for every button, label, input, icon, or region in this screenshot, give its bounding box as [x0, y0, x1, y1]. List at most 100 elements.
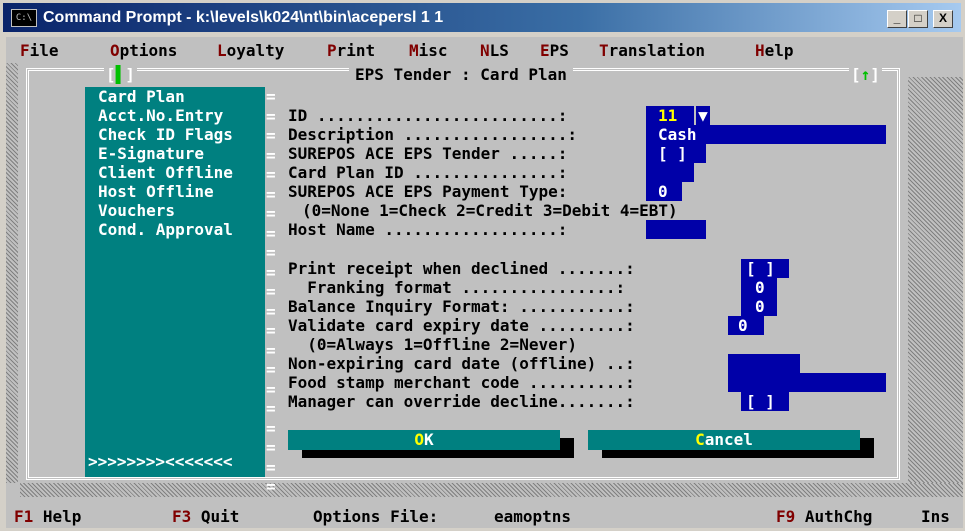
menu-hotkey: F — [20, 41, 30, 60]
maximize-button[interactable]: □ — [908, 10, 928, 28]
payment-type-hint: (0=None 1=Check 2=Credit 3=Debit 4=EBT) — [302, 201, 678, 220]
print-receipt-label: Print receipt when declined .......: — [288, 259, 635, 278]
payment-type-value: 0 — [658, 182, 668, 201]
balance-inquiry-value: 0 — [755, 297, 765, 316]
menu-hotkey: P — [327, 41, 337, 60]
print-receipt-checkbox[interactable]: [ ] — [741, 259, 789, 278]
description-value: Cash — [658, 125, 697, 144]
nav-item-client-offline[interactable]: Client Offline — [98, 163, 233, 182]
eps-tender-label: SUREPOS ACE EPS Tender .....: — [288, 144, 568, 163]
hatched-background-bottom — [20, 483, 963, 497]
nav-item-acct-no-entry[interactable]: Acct.No.Entry — [98, 106, 223, 125]
menu-eps[interactable]: EPS — [540, 41, 569, 60]
menu-label: elp — [764, 41, 794, 60]
menu-label: rint — [336, 41, 376, 60]
nav-item-host-offline[interactable]: Host Offline — [98, 182, 214, 201]
validate-expiry-field[interactable]: 0 — [728, 316, 764, 335]
f9-authchg-key[interactable]: F9 AuthChg — [776, 507, 872, 526]
ok-button[interactable]: OK — [288, 430, 560, 450]
f9-key: F9 — [776, 507, 796, 526]
payment-type-field[interactable]: 0 — [646, 182, 682, 201]
minimize-button[interactable]: _ — [887, 10, 907, 28]
card-plan-id-field[interactable] — [646, 163, 694, 182]
f3-quit-key[interactable]: F3 Quit — [172, 507, 239, 526]
nav-item-e-signature[interactable]: E-Signature — [98, 144, 204, 163]
menu-label: ile — [29, 41, 59, 60]
print-receipt-value: [ ] — [746, 259, 775, 278]
non-expiring-date-label: Non-expiring card date (offline) ..: — [288, 354, 635, 373]
balance-inquiry-field[interactable]: 0 — [741, 297, 777, 316]
description-label: Description .................: — [288, 125, 577, 144]
validate-expiry-hint: (0=Always 1=Offline 2=Never) — [288, 335, 577, 354]
manager-override-value: [ ] — [746, 392, 775, 411]
f9-label: AuthChg — [804, 507, 873, 526]
description-field[interactable]: Cash — [646, 125, 886, 144]
menu-hotkey: N — [480, 41, 490, 60]
non-expiring-date-field[interactable] — [728, 354, 800, 373]
menu-label: ranslation — [608, 41, 705, 60]
menu-loyalty[interactable]: Loyalty — [217, 41, 284, 60]
id-label: ID .........................: — [288, 106, 568, 125]
menu-print[interactable]: Print — [327, 41, 375, 60]
manager-override-checkbox[interactable]: [ ] — [741, 392, 789, 411]
card-plan-id-label: Card Plan ID ...............: — [288, 163, 568, 182]
nav-item-check-id-flags[interactable]: Check ID Flags — [98, 125, 233, 144]
menu-hotkey: L — [217, 41, 227, 60]
host-name-field[interactable] — [646, 220, 706, 239]
options-file-value: eamoptns — [494, 507, 572, 526]
menu-label: LS — [489, 41, 509, 60]
eps-tender-checkbox[interactable]: [ ] — [646, 144, 706, 163]
validate-expiry-value: 0 — [738, 316, 748, 335]
franking-format-field[interactable]: 0 — [741, 278, 777, 297]
f3-label: Quit — [200, 507, 240, 526]
title-bar[interactable]: C:\ Command Prompt - k:\levels\k024\nt\b… — [3, 3, 961, 32]
cancel-hotkey: C — [695, 430, 705, 449]
menu-hotkey: H — [755, 41, 765, 60]
cancel-button[interactable]: Cancel — [588, 430, 860, 450]
command-prompt-icon: C:\ — [11, 9, 37, 27]
balance-inquiry-label: Balance Inquiry Format: ...........: — [288, 297, 635, 316]
menu-hotkey: E — [540, 41, 550, 60]
menu-options[interactable]: Options — [110, 41, 177, 60]
ok-hotkey: O — [414, 430, 424, 449]
food-stamp-merchant-field[interactable] — [728, 373, 886, 392]
menu-translation[interactable]: Translation — [599, 41, 705, 60]
manager-override-label: Manager can override decline.......: — [288, 392, 635, 411]
dialog-title: EPS Tender : Card Plan — [349, 65, 573, 84]
id-value: 11 — [658, 106, 678, 125]
separator-column: = = = = = = = = = = = = = = = = = = = = … — [266, 87, 276, 496]
close-button[interactable]: X — [933, 10, 953, 28]
id-field[interactable]: 11 — [646, 106, 694, 125]
nav-item-cond-approval[interactable]: Cond. Approval — [98, 220, 233, 239]
f1-help-key[interactable]: F1 Help — [14, 507, 81, 526]
menu-label: PS — [549, 41, 569, 60]
host-name-label: Host Name ..................: — [288, 220, 568, 239]
insert-mode-indicator: Ins — [921, 507, 950, 526]
menu-bar: File Options Loyalty Print Misc NLS EPS … — [6, 41, 963, 60]
validate-expiry-label: Validate card expiry date .........: — [288, 316, 635, 335]
f1-key: F1 — [14, 507, 34, 526]
nav-scroll-arrows[interactable]: >>>>>>>><<<<<<< — [88, 452, 233, 471]
menu-file[interactable]: File — [20, 41, 59, 60]
menu-help[interactable]: Help — [755, 41, 794, 60]
nav-item-vouchers[interactable]: Vouchers — [98, 201, 175, 220]
franking-format-value: 0 — [755, 278, 765, 297]
food-stamp-merchant-label: Food stamp merchant code ..........: — [288, 373, 635, 392]
payment-type-label: SUREPOS ACE EPS Payment Type: — [288, 182, 568, 201]
id-dropdown-icon[interactable]: ▼ — [696, 106, 710, 125]
cancel-label: ancel — [704, 430, 753, 449]
menu-nls[interactable]: NLS — [480, 41, 509, 60]
menu-hotkey: M — [409, 41, 419, 60]
nav-item-card-plan[interactable]: Card Plan — [98, 87, 185, 106]
green-marker-icon: ▌ — [115, 65, 126, 84]
menu-label: ptions — [119, 41, 178, 60]
console-area: File Options Loyalty Print Misc NLS EPS … — [6, 37, 963, 528]
hatched-background-right — [908, 77, 963, 497]
scroll-left-marker[interactable]: [▌] — [104, 65, 137, 84]
ok-label: K — [424, 430, 434, 449]
menu-label: isc — [418, 41, 448, 60]
console-window: C:\ Command Prompt - k:\levels\k024\nt\b… — [0, 0, 965, 531]
menu-misc[interactable]: Misc — [409, 41, 448, 60]
window-title: Command Prompt - k:\levels\k024\nt\bin\a… — [43, 9, 444, 26]
scroll-up-marker[interactable]: [↑] — [849, 65, 882, 84]
